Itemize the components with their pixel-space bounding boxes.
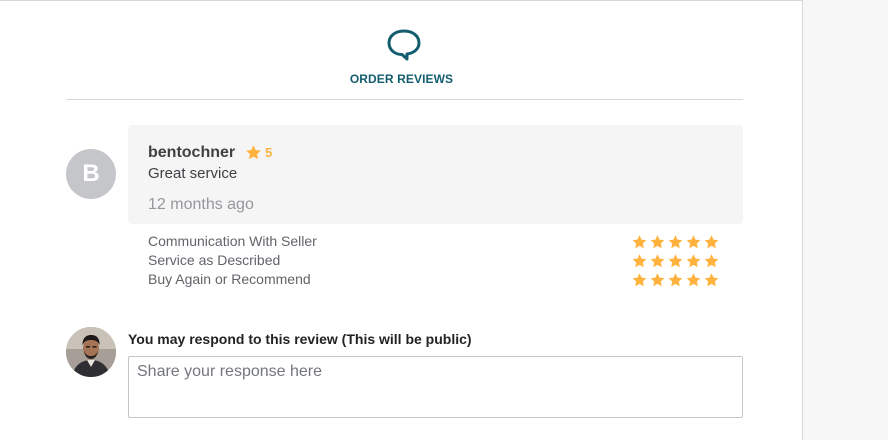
header-divider	[66, 99, 743, 100]
criteria-stars	[631, 234, 720, 250]
rating-breakdown: Communication With Seller Service as Des…	[148, 233, 728, 290]
star-icon	[668, 254, 683, 268]
order-reviews-panel: ORDER REVIEWS B bentochner 5 Great servi…	[0, 0, 803, 440]
rating-value: 5	[265, 145, 273, 160]
star-icon	[632, 273, 647, 287]
reviewer-name[interactable]: bentochner	[148, 144, 235, 162]
star-icon	[686, 254, 701, 268]
criteria-row: Service as Described	[148, 252, 728, 271]
star-icon	[704, 254, 719, 268]
criteria-row: Communication With Seller	[148, 233, 728, 252]
reviewer-avatar: B	[66, 149, 116, 199]
star-icon	[668, 235, 683, 249]
seller-avatar	[66, 327, 116, 377]
speech-bubble-icon	[387, 29, 421, 61]
star-icon	[650, 235, 665, 249]
star-icon	[704, 235, 719, 249]
review-rating: 5	[245, 144, 272, 161]
criteria-row: Buy Again or Recommend	[148, 271, 728, 290]
star-icon	[686, 235, 701, 249]
star-icon	[650, 254, 665, 268]
star-icon	[686, 273, 701, 287]
person-photo-icon	[66, 327, 116, 377]
star-icon	[704, 273, 719, 287]
star-icon	[650, 273, 665, 287]
star-icon	[632, 235, 647, 249]
section-title: ORDER REVIEWS	[349, 72, 454, 86]
criteria-label: Service as Described	[148, 252, 281, 268]
review-timestamp: 12 months ago	[148, 196, 254, 213]
criteria-label: Communication With Seller	[148, 233, 317, 249]
star-icon	[246, 145, 261, 160]
criteria-stars	[631, 253, 720, 269]
star-icon	[668, 273, 683, 287]
review-text: Great service	[148, 165, 238, 182]
criteria-label: Buy Again or Recommend	[148, 271, 311, 287]
star-icon	[632, 254, 647, 268]
response-textarea[interactable]	[128, 356, 743, 418]
respond-label: You may respond to this review (This wil…	[128, 331, 472, 347]
review-card: bentochner 5 Great service 12 months ago	[128, 125, 743, 224]
criteria-stars	[631, 272, 720, 288]
